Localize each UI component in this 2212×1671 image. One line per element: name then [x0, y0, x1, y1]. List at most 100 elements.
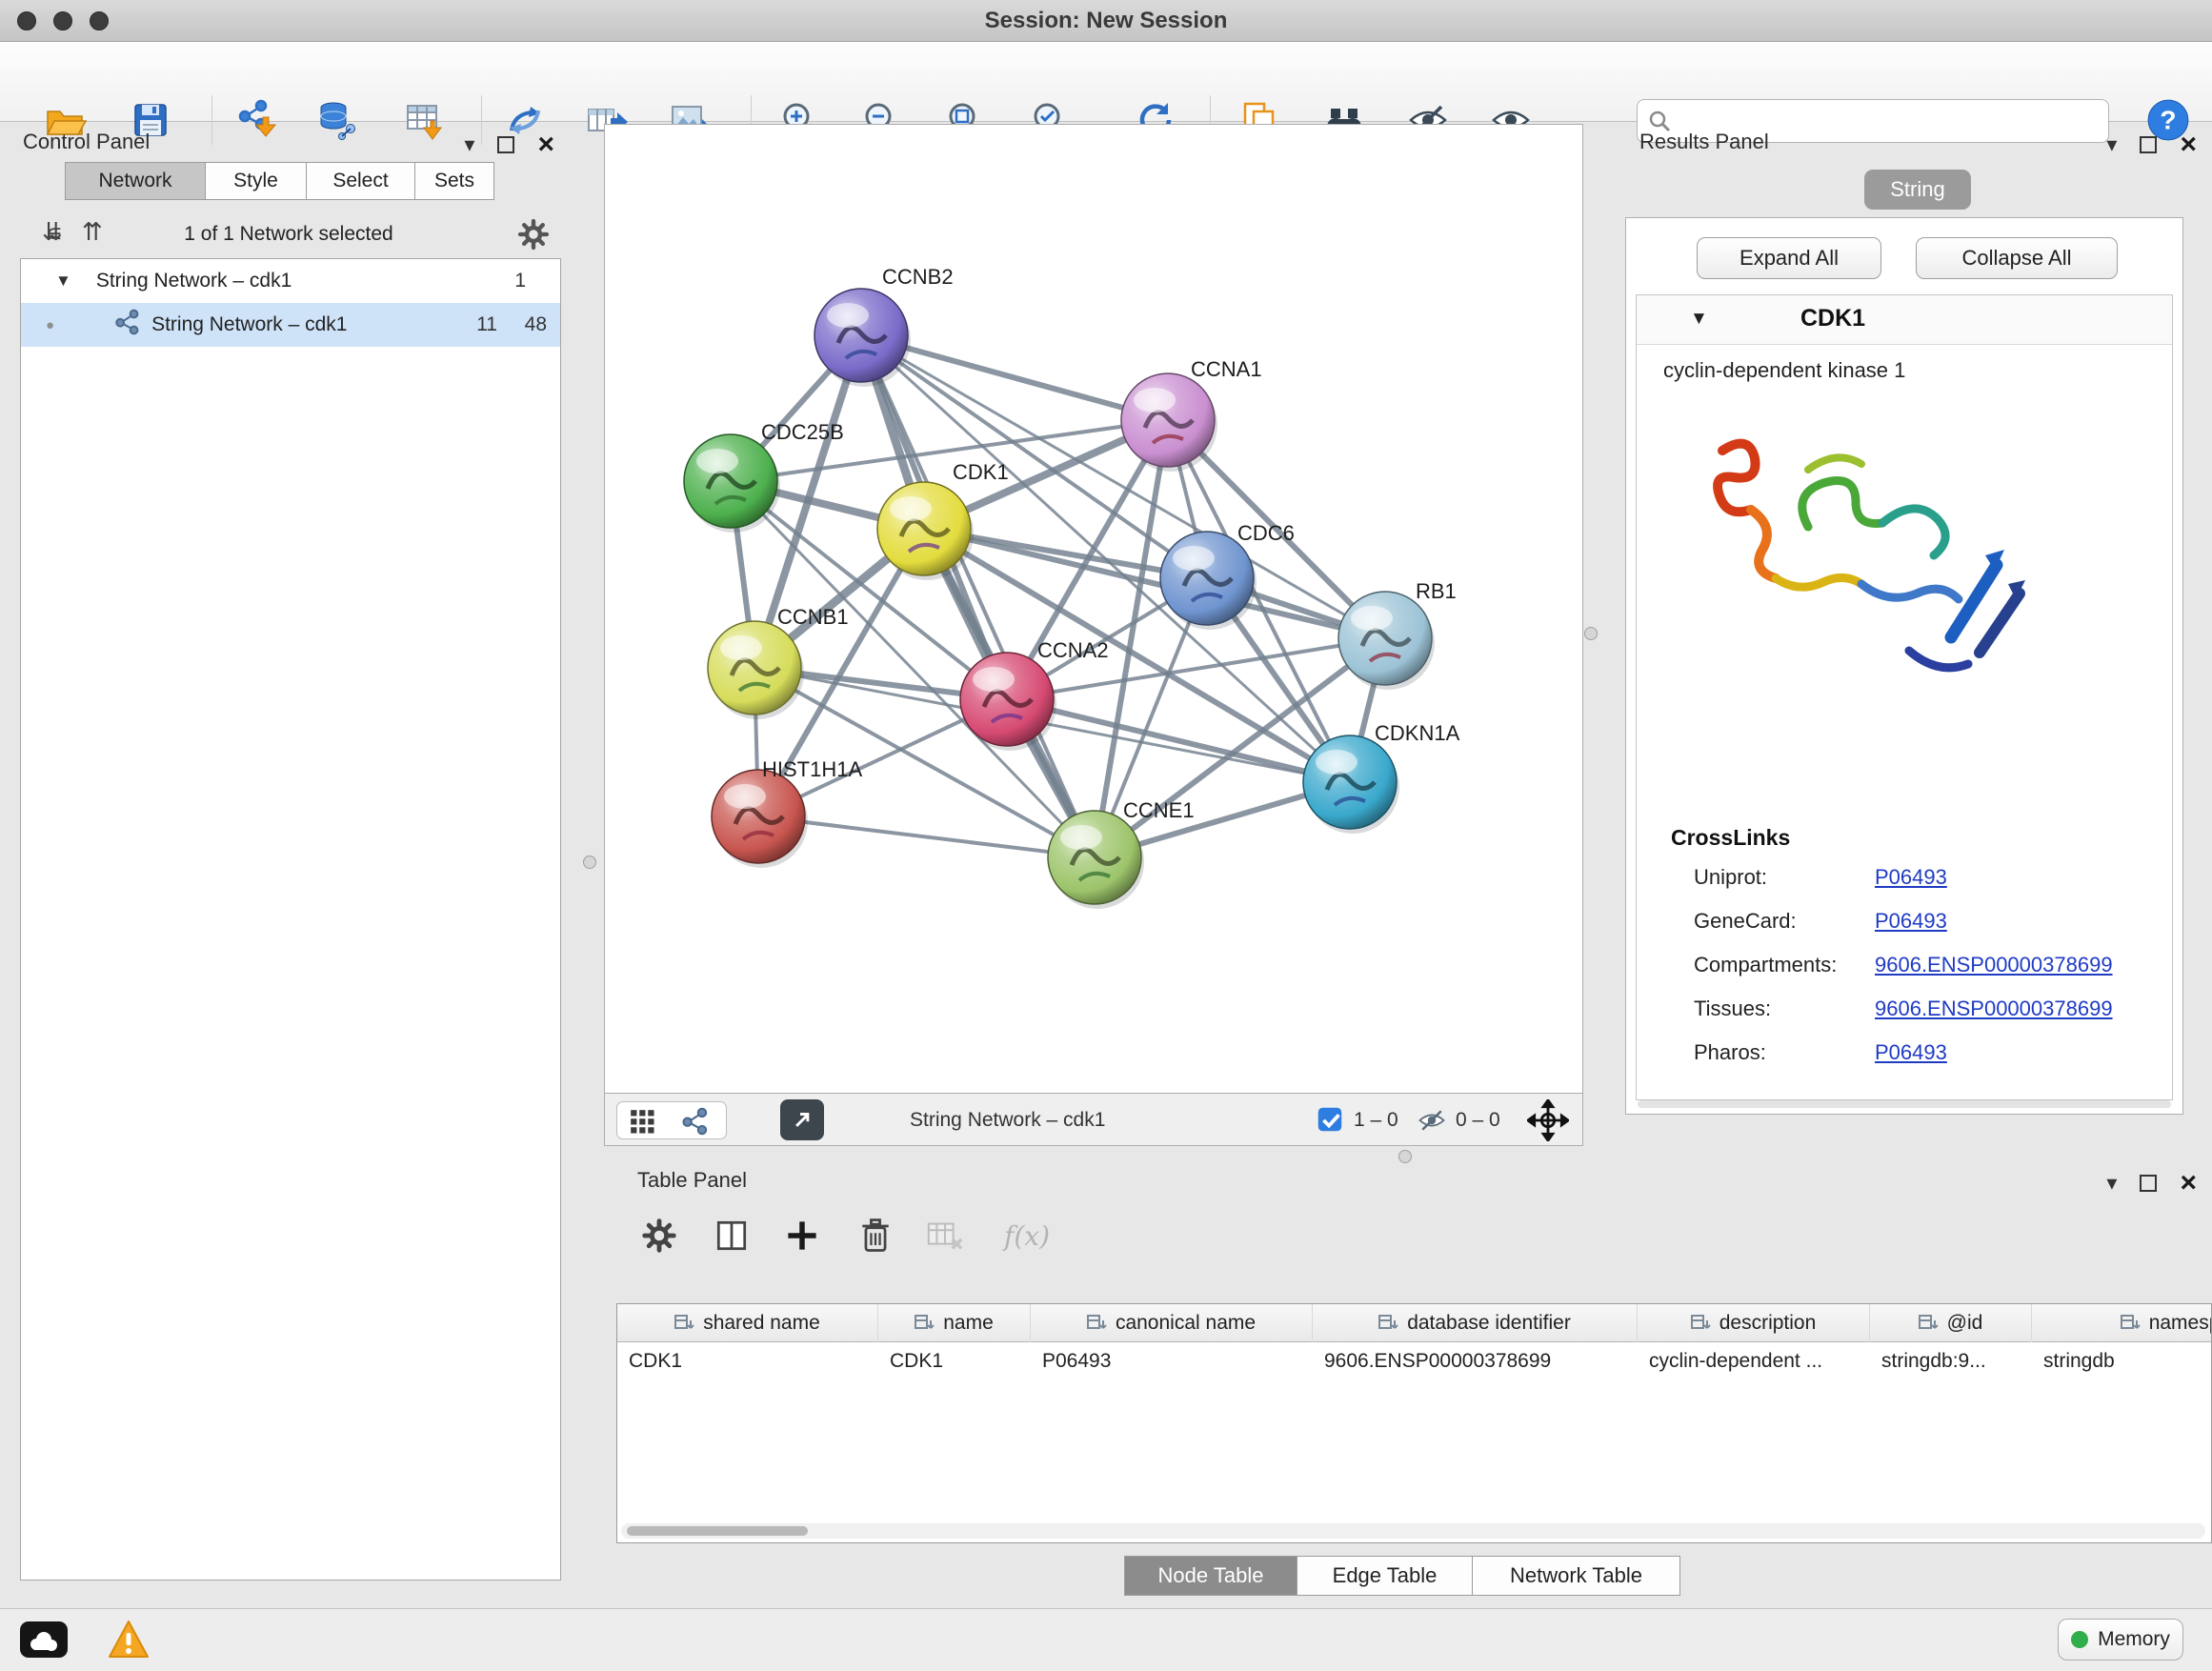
tab-select[interactable]: Select [306, 162, 415, 200]
column-header-database-identifier[interactable]: database identifier [1313, 1304, 1638, 1342]
network-edge-CCNB2-CCNE1[interactable] [861, 335, 1095, 857]
tab-network-table[interactable]: Network Table [1472, 1556, 1680, 1596]
show-columns-icon[interactable] [708, 1212, 755, 1259]
table-cell[interactable]: 9606.ENSP00000378699 [1313, 1342, 1638, 1380]
minimize-window-button[interactable] [53, 11, 72, 30]
warning-icon[interactable] [107, 1619, 151, 1665]
control-panel-title: Control Panel [23, 130, 150, 154]
results-panel: Results Panel ▾ × String Expand All Coll… [1622, 126, 2212, 1122]
network-tree: ▼ String Network – cdk1 1 ● String Netwo… [20, 258, 561, 1580]
gene-section-header[interactable]: ▼ CDK1 [1637, 295, 2172, 345]
tab-string[interactable]: String [1864, 170, 1971, 210]
scrollbar-thumb[interactable] [627, 1526, 808, 1536]
collapse-all-button[interactable]: Collapse All [1916, 237, 2118, 279]
close-panel-icon[interactable]: × [2180, 1169, 2197, 1198]
network-edge-CDK1-RB1[interactable] [924, 529, 1385, 638]
table-cell[interactable]: cyclin-dependent ... [1638, 1342, 1870, 1380]
network-node-CDK1[interactable] [877, 482, 974, 580]
results-scrollbar[interactable] [1638, 1100, 2171, 1108]
add-column-plus-icon[interactable] [778, 1212, 826, 1259]
sort-icon [1087, 1314, 1108, 1333]
crosslink-link[interactable]: P06493 [1875, 909, 1947, 934]
tab-edge-table[interactable]: Edge Table [1297, 1556, 1473, 1596]
table-cell[interactable]: CDK1 [878, 1342, 1031, 1380]
expand-all-button[interactable]: Expand All [1697, 237, 1881, 279]
table-settings-gear-icon[interactable] [635, 1212, 683, 1259]
vertical-splitter-handle[interactable] [1584, 627, 1598, 640]
float-panel-icon[interactable] [2140, 1175, 2157, 1192]
network-node-CCNE1[interactable] [1048, 811, 1144, 909]
tab-network[interactable]: Network [65, 162, 206, 200]
network-share-icon[interactable] [680, 1106, 711, 1141]
tree-expander-icon[interactable]: ▼ [55, 272, 71, 291]
network-edge-HIST1H1A-CCNE1[interactable] [758, 816, 1095, 857]
delete-column-trash-icon[interactable] [852, 1212, 899, 1259]
table-cell[interactable]: stringdb:9... [1870, 1342, 2032, 1380]
crosslink-link[interactable]: 9606.ENSP00000378699 [1875, 953, 2113, 977]
hidden-eye-slash-icon[interactable] [1417, 1105, 1447, 1140]
table-cell[interactable]: CDK1 [617, 1342, 878, 1380]
network-options-gear-icon[interactable] [514, 215, 553, 258]
tab-node-table[interactable]: Node Table [1124, 1556, 1297, 1596]
column-header-canonical-name[interactable]: canonical name [1031, 1304, 1313, 1342]
zoom-window-button[interactable] [90, 11, 109, 30]
table-tabs: Node Table Edge Table Network Table [1124, 1556, 1679, 1596]
table-horizontal-scrollbar[interactable] [621, 1523, 2205, 1539]
collapse-panel-icon[interactable]: ▾ [2106, 1173, 2117, 1194]
node-label-CDK1: CDK1 [953, 460, 1009, 484]
cloud-status-icon[interactable] [19, 1621, 69, 1663]
network-view-title: String Network – cdk1 [910, 1094, 1105, 1146]
column-header-namespace[interactable]: namespace [2032, 1304, 2212, 1342]
memory-button[interactable]: Memory [2058, 1619, 2183, 1661]
protein-structure-image [1665, 408, 2046, 760]
collapse-panel-icon[interactable]: ▾ [2106, 134, 2117, 155]
node-label-CDC25B: CDC25B [761, 420, 844, 444]
sort-icon [1691, 1314, 1712, 1333]
collapse-panel-icon[interactable]: ▾ [464, 134, 474, 155]
network-node-CDC6[interactable] [1160, 532, 1257, 630]
crosslink-link[interactable]: P06493 [1875, 865, 1947, 890]
delete-table-icon[interactable] [921, 1212, 969, 1259]
table-panel: Table Panel ▾ × [616, 1164, 2212, 1601]
vertical-splitter-handle[interactable] [583, 856, 596, 869]
network-node-CCNA2[interactable] [960, 653, 1056, 751]
network-node-HIST1H1A[interactable] [712, 770, 808, 868]
selected-checkbox-icon[interactable] [1315, 1104, 1345, 1139]
column-header-id[interactable]: @id [1870, 1304, 2032, 1342]
column-header-shared-name[interactable]: shared name [617, 1304, 878, 1342]
network-node-CDC25B[interactable] [684, 434, 780, 533]
float-panel-icon[interactable] [2140, 136, 2157, 153]
crosslink-label: Tissues: [1694, 997, 1771, 1021]
network-collection-row[interactable]: ▼ String Network – cdk1 1 [21, 259, 560, 303]
detach-view-button[interactable] [780, 1099, 824, 1140]
close-window-button[interactable] [17, 11, 36, 30]
crosslink-link[interactable]: P06493 [1875, 1040, 1947, 1065]
float-panel-icon[interactable] [497, 136, 514, 153]
status-bar: Memory [0, 1608, 2212, 1671]
network-node-RB1[interactable] [1338, 592, 1435, 690]
network-graph[interactable]: CCNB2CCNA1CDC25BCDK1CDC6RB1CCNB1CCNA2CDK… [605, 125, 1582, 1093]
column-header-name[interactable]: name [878, 1304, 1031, 1342]
network-node-CDKN1A[interactable] [1303, 735, 1399, 834]
horizontal-splitter-handle[interactable] [1398, 1150, 1412, 1163]
network-canvas[interactable]: CCNB2CCNA1CDC25BCDK1CDC6RB1CCNB1CCNA2CDK… [604, 124, 1583, 1094]
section-expander-icon[interactable]: ▼ [1690, 309, 1708, 330]
column-header-description[interactable]: description [1638, 1304, 1870, 1342]
network-row[interactable]: ● String Network – cdk1 11 48 [21, 303, 560, 347]
tab-style[interactable]: Style [205, 162, 307, 200]
close-panel-icon[interactable]: × [2180, 131, 2197, 159]
control-panel-tabs: Network Style Select Sets [65, 162, 493, 200]
close-panel-icon[interactable]: × [537, 131, 554, 159]
table-cell[interactable]: stringdb [2032, 1342, 2212, 1380]
collapse-networks-icon[interactable]: ⇊ [42, 217, 63, 247]
grid-view-icon[interactable] [627, 1106, 657, 1141]
expand-networks-icon[interactable]: ⇈ [82, 217, 103, 247]
table-cell[interactable]: P06493 [1031, 1342, 1313, 1380]
sort-icon [1378, 1314, 1399, 1333]
network-node-CCNA1[interactable] [1121, 373, 1217, 472]
table-row[interactable]: CDK1 CDK1 P06493 9606.ENSP00000378699 cy… [617, 1342, 2212, 1380]
tab-sets[interactable]: Sets [414, 162, 494, 200]
crosshair-icon[interactable] [1527, 1099, 1569, 1146]
crosslink-link[interactable]: 9606.ENSP00000378699 [1875, 997, 2113, 1021]
function-builder-icon[interactable]: f(x) [994, 1212, 1060, 1259]
